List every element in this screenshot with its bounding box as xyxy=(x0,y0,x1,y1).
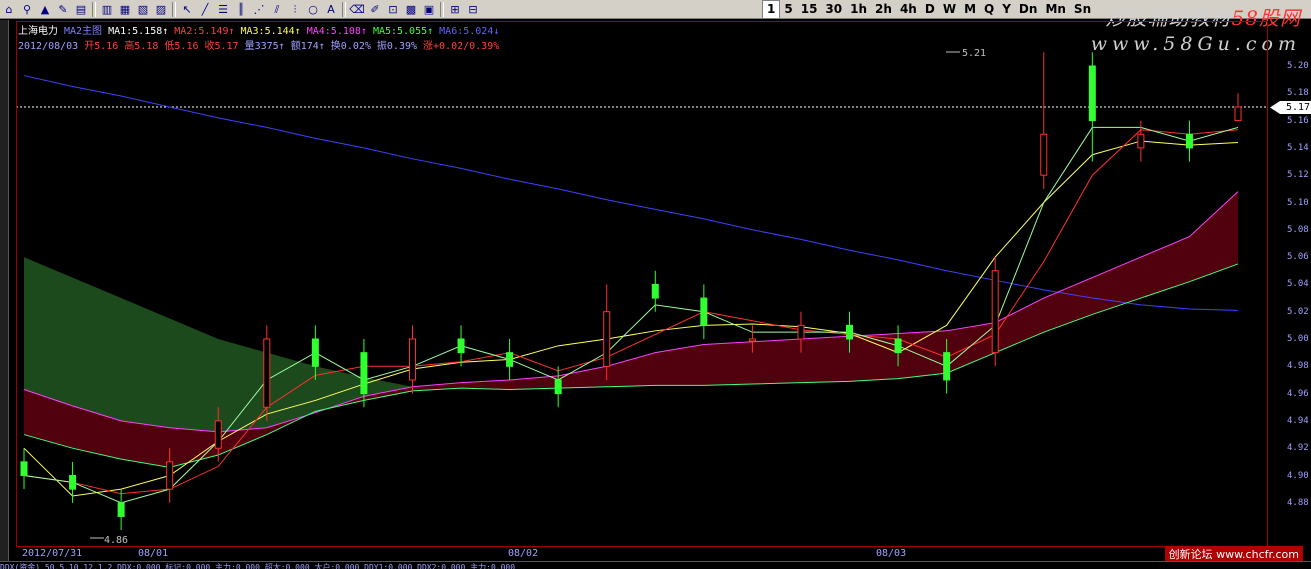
period-button-Y[interactable]: Y xyxy=(998,1,1015,18)
bar-value-2: 高5.18 xyxy=(124,41,159,52)
cursor-icon[interactable]: ↖ xyxy=(178,1,196,18)
price-tick: 5.10 xyxy=(1287,197,1309,208)
grid-icon[interactable]: ⊟ xyxy=(464,1,482,18)
cycle-tool-icon[interactable]: ⫶ xyxy=(286,1,304,18)
period-button-5[interactable]: 5 xyxy=(780,1,796,18)
period-button-Mn[interactable]: Mn xyxy=(1041,1,1069,18)
alarm-icon[interactable]: ▲ xyxy=(36,1,54,18)
period-button-15[interactable]: 15 xyxy=(797,1,822,18)
price-tick: 4.88 xyxy=(1287,497,1309,508)
bar-value-8: 振0.39% xyxy=(376,41,418,52)
price-tick: 5.02 xyxy=(1287,306,1309,317)
toolbar-icons: ⌂ ⚲ ▲ ✎ ▤ ▥ ▦ ▧ ▨ ↖ ╱ ☰ ║ ⋰ ⫽ ⫶ ○ A ⌫ ✐ ⊡ ▩ ▣ ⊞ ⊟ xyxy=(0,0,482,19)
search-icon[interactable]: ⚲ xyxy=(18,1,36,18)
text-label-icon[interactable]: A xyxy=(322,1,340,18)
left-scrollbar[interactable] xyxy=(0,20,9,568)
layout-3-icon[interactable]: ▦ xyxy=(116,1,134,18)
price-tick: 5.00 xyxy=(1287,334,1309,344)
period-button-1[interactable]: 1 xyxy=(762,0,781,19)
brush-icon[interactable]: ✐ xyxy=(366,1,384,18)
ma-value-1: MA2主图 xyxy=(64,26,103,37)
ma-value-4: MA3:5.144↑ xyxy=(240,26,301,37)
date-label-2: 08/01 xyxy=(138,548,169,559)
line-tool-icon[interactable]: ╱ xyxy=(196,1,214,18)
channel-tool-icon[interactable]: ⫽ xyxy=(268,1,286,18)
bar-value-5: 量3375↑ xyxy=(244,41,285,52)
toolbar: ⌂ ⚲ ▲ ✎ ▤ ▥ ▦ ▧ ▨ ↖ ╱ ☰ ║ ⋰ ⫽ ⫶ ○ A ⌫ ✐ ⊡ ▩ ▣ ⊞ ⊟ 1 5 15 30 1h 2h 4h D W… xyxy=(0,0,1311,55)
price-tick: 5.04 xyxy=(1287,279,1309,290)
date-label-4: 08/03 xyxy=(876,548,907,559)
text-tool-icon[interactable]: ☰ xyxy=(214,1,232,18)
price-tick: 5.08 xyxy=(1287,224,1309,235)
indicator-icon[interactable]: ⊞ xyxy=(446,1,464,18)
price-tick: 4.94 xyxy=(1287,415,1309,426)
period-button-30[interactable]: 30 xyxy=(821,1,846,18)
indicator-info-line: 上海电力 MA2主图 MA1:5.158↑ MA2:5.149↑ MA3:5.144↑ M… xyxy=(18,22,505,37)
period-button-W[interactable]: W xyxy=(939,1,960,18)
date-label-1: 2012/07/31 xyxy=(22,548,83,559)
price-tick: 4.96 xyxy=(1287,388,1309,399)
price-tick: 5.12 xyxy=(1287,170,1309,181)
period-selector: 1 5 15 30 1h 2h 4h D W M Q Y Dn Mn Sn xyxy=(762,0,1095,19)
price-tick: 5.16 xyxy=(1287,115,1309,126)
bar-value-1: 开5.16 xyxy=(84,41,119,52)
layout-1-icon[interactable]: ▤ xyxy=(72,1,90,18)
period-button-D[interactable]: D xyxy=(921,1,939,18)
current-price-tag: 5.17 xyxy=(1270,101,1311,114)
bar-value-7: 换0.02% xyxy=(330,41,371,52)
toolbar-separator xyxy=(342,2,346,17)
period-button-Q[interactable]: Q xyxy=(980,1,998,18)
layout-4-icon[interactable]: ▧ xyxy=(134,1,152,18)
ma-value-7: MA6:5.024↓ xyxy=(439,26,500,37)
period-button-1h[interactable]: 1h xyxy=(846,1,871,18)
ma-value-2: MA1:5.158↑ xyxy=(108,26,169,37)
price-tick: 5.20 xyxy=(1287,61,1309,71)
price-tick: 4.90 xyxy=(1287,470,1309,481)
color-icon[interactable]: ▩ xyxy=(402,1,420,18)
credit-label: 创新论坛 www.chcfr.com xyxy=(1164,546,1303,562)
price-tick: 5.06 xyxy=(1287,252,1309,263)
toolbar-separator xyxy=(92,2,96,17)
home-icon[interactable]: ⌂ xyxy=(0,1,18,18)
erase-icon[interactable]: ⌫ xyxy=(348,1,366,18)
period-button-2h[interactable]: 2h xyxy=(871,1,896,18)
toolbar-separator xyxy=(440,2,444,17)
price-tick: 4.98 xyxy=(1287,361,1309,372)
bar-value-3: 低5.16 xyxy=(164,41,199,52)
toolbar-separator xyxy=(172,2,176,17)
bar-value-6: 额174↑ xyxy=(290,41,325,52)
lock-icon[interactable]: ⊡ xyxy=(384,1,402,18)
draw-icon[interactable]: ✎ xyxy=(54,1,72,18)
bar-value-0: 2012/08/03 xyxy=(18,41,79,52)
period-button-4h[interactable]: 4h xyxy=(896,1,921,18)
ma-value-3: MA2:5.149↑ xyxy=(174,26,235,37)
bar-value-9: 涨+0.02/0.39% xyxy=(423,41,500,52)
layout-5-icon[interactable]: ▨ xyxy=(152,1,170,18)
ma-value-6: MA5:5.055↑ xyxy=(372,26,434,37)
fan-tool-icon[interactable]: ⋰ xyxy=(250,1,268,18)
save-icon[interactable]: ▣ xyxy=(420,1,438,18)
price-tick: 5.18 xyxy=(1287,88,1309,99)
bar-info-line: 2012/08/03 开5.16 高5.18 低5.16 收5.17 量3375↑ 额174… xyxy=(18,37,505,52)
ma-value-5: MA4:5.108↑ xyxy=(306,26,367,37)
ma-value-0: 上海电力 xyxy=(18,26,58,37)
date-label-3: 08/02 xyxy=(508,548,539,559)
period-button-M[interactable]: M xyxy=(960,1,980,18)
layout-2-icon[interactable]: ▥ xyxy=(98,1,116,18)
period-button-Dn[interactable]: Dn xyxy=(1015,1,1042,18)
price-tick: 4.92 xyxy=(1287,443,1309,454)
chart-frame xyxy=(16,21,1268,547)
price-tick: 5.14 xyxy=(1287,142,1309,153)
bar-tool-icon[interactable]: ║ xyxy=(232,1,250,18)
bar-value-4: 收5.17 xyxy=(204,41,239,52)
shape-tool-icon[interactable]: ○ xyxy=(304,1,322,18)
